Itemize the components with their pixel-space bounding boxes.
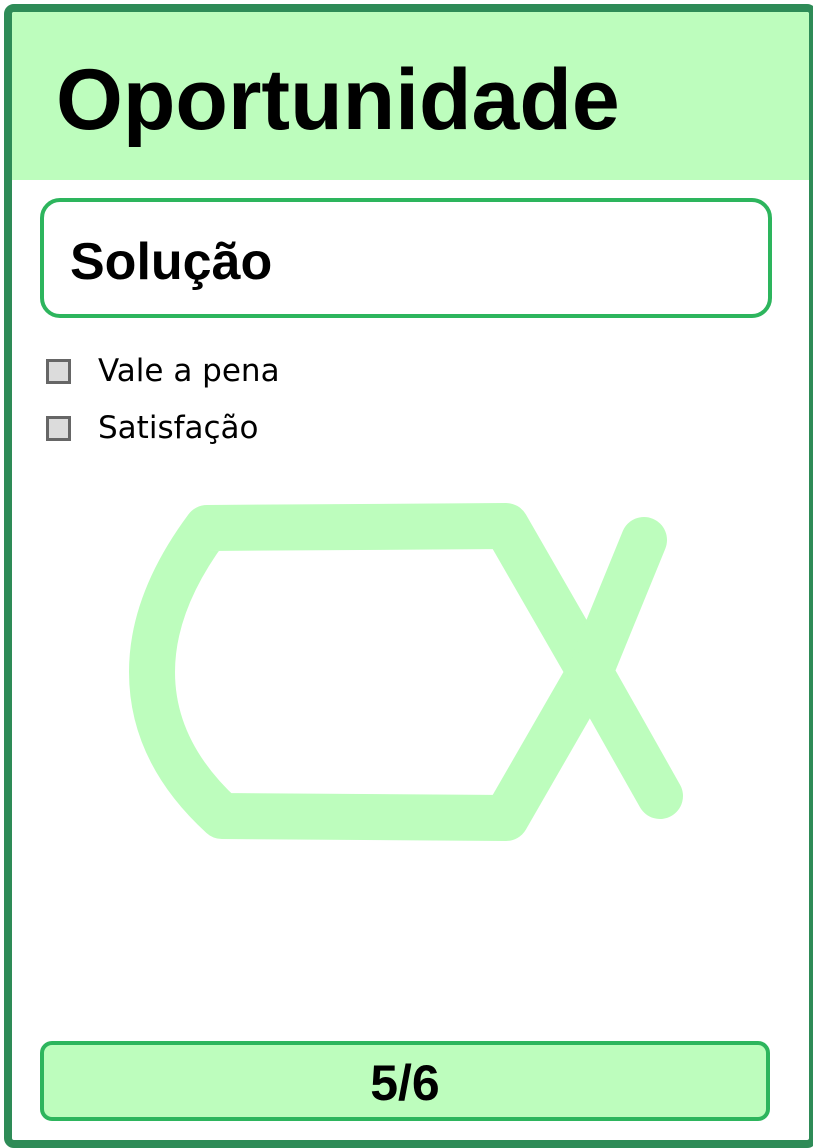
page-indicator-box: 5/6 [40,1041,770,1121]
fish-outline-icon [129,503,683,841]
fish-body-shape [129,503,613,841]
fish-tail-lower [567,649,683,819]
opportunity-card: Oportunidade Solução Vale a pena Satisfa… [4,4,813,1148]
page-indicator: 5/6 [370,1055,440,1111]
